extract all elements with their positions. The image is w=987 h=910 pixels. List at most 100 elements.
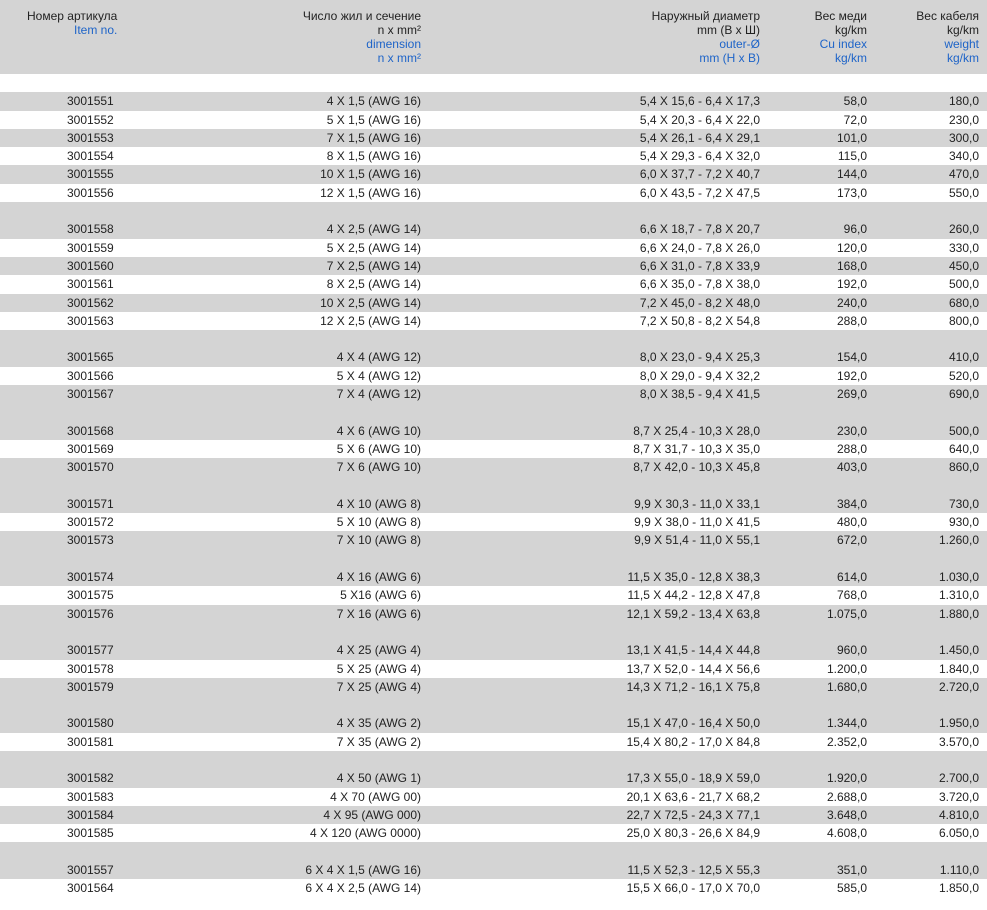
outer-diameter-cell: 5,4 X 26,1 - 6,4 X 29,1 [639, 130, 760, 145]
outer-diameter-cell: 13,1 X 41,5 - 14,4 X 44,8 [626, 643, 760, 658]
item-number-cell: 3001582 [67, 771, 114, 786]
outer-diameter-cell: 8,7 X 42,0 - 10,3 X 45,8 [633, 460, 760, 475]
dimension-cell: 4 X 35 (AWG 2) [336, 716, 421, 731]
cu-index-cell: 192,0 [836, 277, 867, 292]
item-number-cell: 3001585 [67, 826, 114, 841]
weight-cell: 860,0 [948, 460, 979, 475]
weight-cell: 550,0 [948, 185, 979, 200]
cu-index-cell: 2.688,0 [826, 789, 867, 804]
outer-diameter-cell: 8,0 X 29,0 - 9,4 X 32,2 [639, 368, 760, 383]
weight-cell: 1.880,0 [938, 606, 979, 621]
dimension-cell: 4 X 6 (AWG 10) [336, 423, 421, 438]
dimension-cell: 4 X 70 (AWG 00) [330, 789, 421, 804]
separator-row [0, 549, 987, 569]
cable-spec-table: Номер артикула Item no. Число жил и сече… [0, 0, 987, 898]
dimension-cell: 4 X 1,5 (AWG 16) [326, 94, 421, 109]
header-weight-en-unit: kg/km [946, 51, 979, 65]
outer-diameter-cell: 7,2 X 50,8 - 8,2 X 54,8 [639, 313, 760, 328]
cu-index-cell: 960,0 [836, 643, 867, 658]
item-number-cell: 3001558 [67, 222, 114, 237]
table-row: 3001562 10 X 2,5 (AWG 14) 7,2 X 45,0 - 8,2… [0, 293, 987, 312]
cu-index-cell: 1.680,0 [826, 679, 867, 694]
item-number-cell: 3001563 [67, 313, 114, 328]
dimension-cell: 7 X 35 (AWG 2) [336, 734, 421, 749]
item-number-cell: 3001559 [67, 240, 114, 255]
separator-row [0, 403, 987, 422]
dimension-cell: 5 X 2,5 (AWG 14) [326, 240, 421, 255]
dimension-cell: 8 X 1,5 (AWG 16) [326, 149, 421, 164]
weight-cell: 1.310,0 [938, 588, 979, 603]
weight-cell: 6.050,0 [938, 826, 979, 841]
weight-cell: 930,0 [948, 515, 979, 530]
header-dimension: Число жил и сечение n x mm² dimension n … [303, 9, 421, 65]
item-number-cell: 3001578 [67, 661, 114, 676]
separator-row [0, 842, 987, 861]
cu-index-cell: 154,0 [836, 350, 867, 365]
table-row: 3001585 4 X 120 (AWG 0000) 25,0 X 80,3 - 2… [0, 824, 987, 843]
table-row: 3001570 7 X 6 (AWG 10) 8,7 X 42,0 - 10,3 X… [0, 458, 987, 477]
table-row: 3001584 4 X 95 (AWG 000) 22,7 X 72,5 - 24,… [0, 805, 987, 825]
header-cu-index-en: Cu index [819, 37, 867, 51]
table-row: 3001578 5 X 25 (AWG 4) 13,7 X 52,0 - 14,4 … [0, 659, 987, 678]
item-number-cell: 3001569 [67, 441, 114, 456]
item-number-cell: 3001557 [67, 862, 114, 877]
item-number-cell: 3001571 [67, 496, 114, 511]
item-number-cell: 3001553 [67, 130, 114, 145]
dimension-cell: 4 X 120 (AWG 0000) [310, 826, 421, 841]
outer-diameter-cell: 6,6 X 35,0 - 7,8 X 38,0 [639, 277, 760, 292]
cu-index-cell: 585,0 [836, 881, 867, 896]
dimension-cell: 7 X 4 (AWG 12) [336, 387, 421, 402]
dimension-cell: 10 X 1,5 (AWG 16) [320, 167, 421, 182]
outer-diameter-cell: 12,1 X 59,2 - 13,4 X 63,8 [626, 606, 760, 621]
header-cu-index-ru-unit: kg/km [834, 23, 867, 37]
weight-cell: 1.110,0 [939, 862, 979, 877]
table-row: 3001582 4 X 50 (AWG 1) 17,3 X 55,0 - 18,9 … [0, 769, 987, 788]
table-row: 3001569 5 X 6 (AWG 10) 8,7 X 31,7 - 10,3 X… [0, 439, 987, 459]
weight-cell: 3.720,0 [938, 789, 979, 804]
header-dimension-ru-unit: n x mm² [377, 23, 421, 37]
header-cu-index-ru: Вес меди [814, 9, 867, 23]
weight-cell: 260,0 [948, 222, 979, 237]
table-row: 3001577 4 X 25 (AWG 4) 13,1 X 41,5 - 14,4 … [0, 641, 987, 660]
header-outer-diameter: Наружный диаметр mm (В x Ш) outer-Ø mm (… [652, 9, 760, 65]
item-number-cell: 3001581 [67, 734, 114, 749]
table-row: 3001581 7 X 35 (AWG 2) 15,4 X 80,2 - 17,0 … [0, 732, 987, 751]
header-dimension-en: dimension [366, 37, 421, 51]
table-row: 3001557 6 X 4 X 1,5 (AWG 16) 11,5 X 52,3 -… [0, 860, 987, 880]
dimension-cell: 4 X 10 (AWG 8) [336, 496, 421, 511]
item-number-cell: 3001573 [67, 533, 114, 548]
item-number-cell: 3001568 [67, 423, 114, 438]
item-number-cell: 3001572 [67, 515, 114, 530]
item-number-cell: 3001552 [67, 112, 114, 127]
dimension-cell: 7 X 10 (AWG 8) [336, 533, 421, 548]
cu-index-cell: 288,0 [836, 313, 867, 328]
outer-diameter-cell: 6,0 X 37,7 - 7,2 X 40,7 [639, 167, 760, 182]
header-outer-diameter-en: outer-Ø [719, 37, 760, 51]
header-outer-diameter-ru: Наружный диаметр [651, 9, 760, 23]
separator-row [0, 202, 987, 221]
dimension-cell: 7 X 25 (AWG 4) [336, 679, 421, 694]
dimension-cell: 7 X 6 (AWG 10) [336, 460, 421, 475]
item-number-cell: 3001570 [67, 460, 114, 475]
dimension-cell: 5 X 6 (AWG 10) [336, 441, 421, 456]
outer-diameter-cell: 5,4 X 20,3 - 6,4 X 22,0 [639, 112, 760, 127]
table-row: 3001567 7 X 4 (AWG 12) 8,0 X 38,5 - 9,4 X … [0, 385, 987, 404]
dimension-cell: 4 X 50 (AWG 1) [336, 771, 421, 786]
weight-cell: 690,0 [948, 387, 979, 402]
item-number-cell: 3001560 [67, 258, 114, 273]
outer-diameter-cell: 9,9 X 38,0 - 11,0 X 41,5 [634, 515, 760, 530]
cu-index-cell: 120,0 [836, 240, 867, 255]
cu-index-cell: 192,0 [836, 368, 867, 383]
weight-cell: 300,0 [948, 130, 979, 145]
weight-cell: 1.260,0 [938, 533, 979, 548]
item-number-cell: 3001567 [67, 387, 114, 402]
cu-index-cell: 173,0 [836, 185, 867, 200]
dimension-cell: 6 X 4 X 1,5 (AWG 16) [305, 862, 421, 877]
dimension-cell: 6 X 4 X 2,5 (AWG 14) [305, 881, 421, 896]
item-number-cell: 3001580 [67, 716, 114, 731]
spacer-row [0, 74, 987, 93]
table-row: 3001551 4 X 1,5 (AWG 16) 5,4 X 15,6 - 6,4 … [0, 92, 987, 111]
item-number-cell: 3001579 [67, 679, 114, 694]
weight-cell: 1.030,0 [938, 570, 979, 585]
table-row: 3001565 4 X 4 (AWG 12) 8,0 X 23,0 - 9,4 X … [0, 348, 987, 367]
